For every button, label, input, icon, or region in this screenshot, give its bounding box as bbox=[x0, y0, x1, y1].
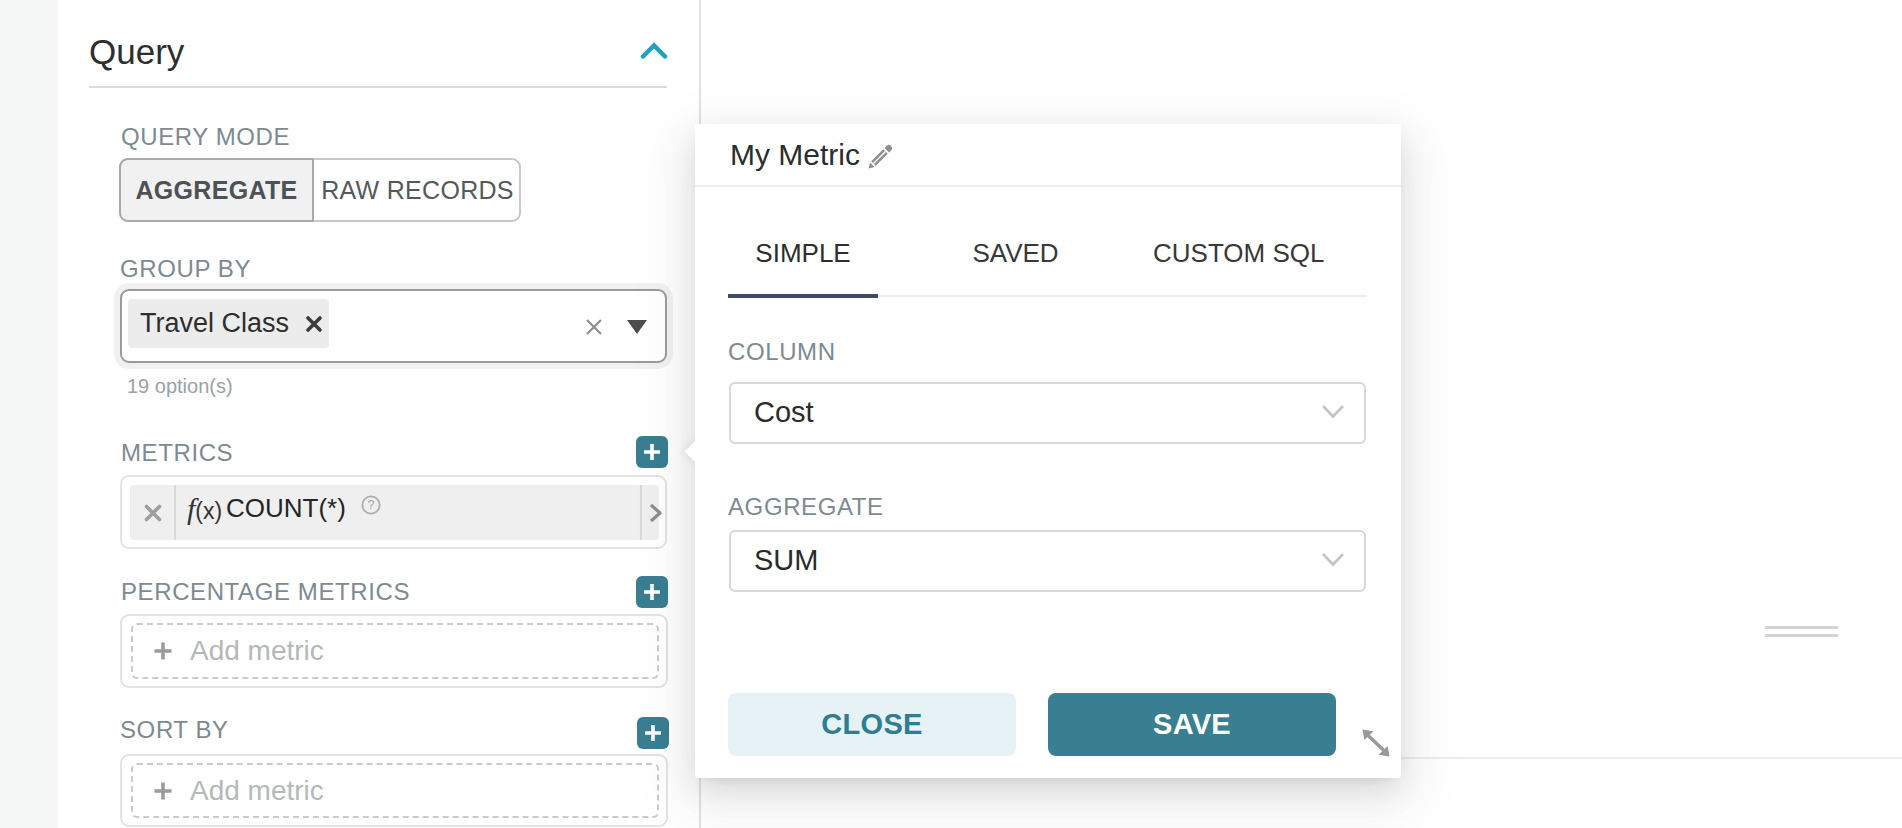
svg-text:?: ? bbox=[368, 498, 375, 512]
